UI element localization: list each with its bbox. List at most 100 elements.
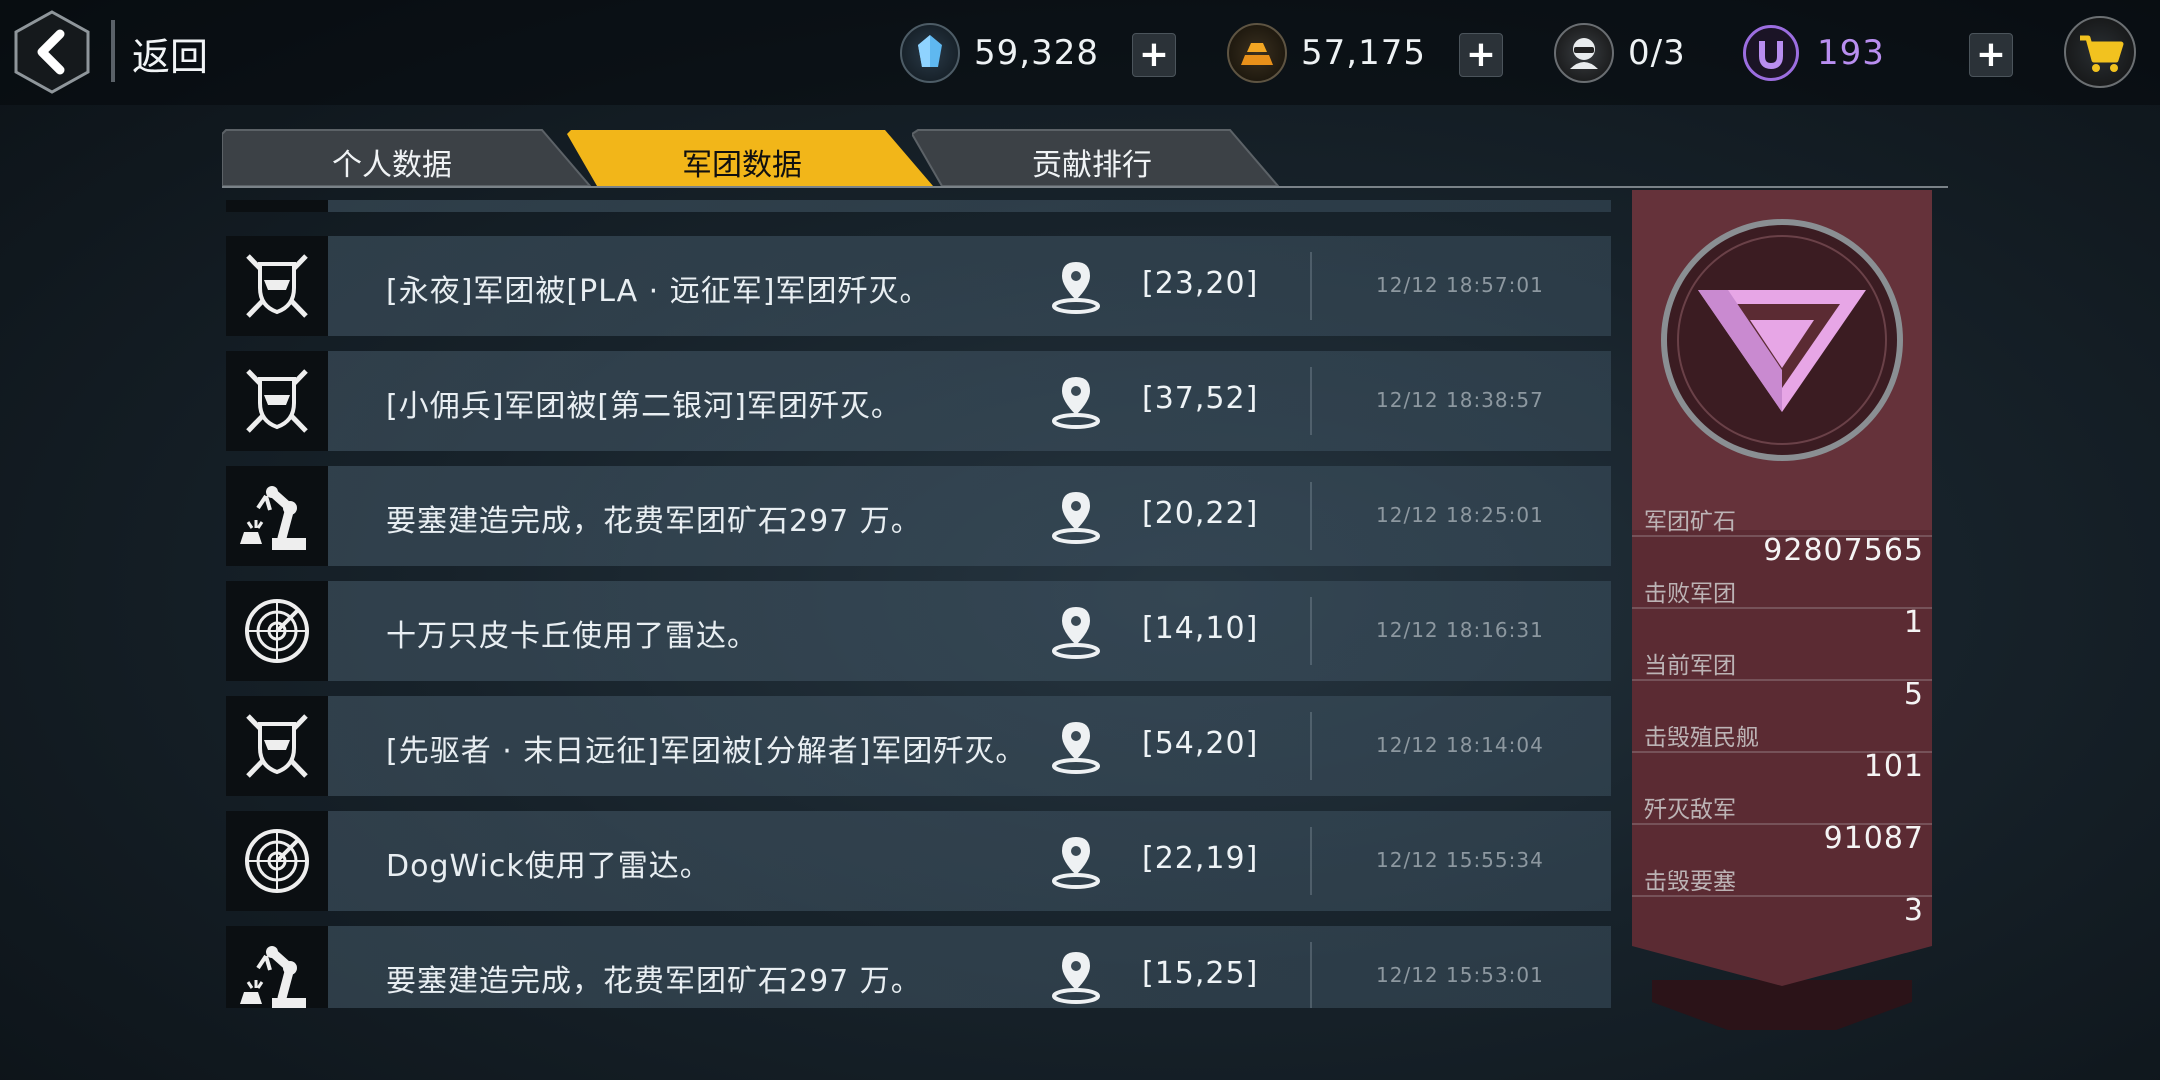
location-pin-button[interactable] [1050, 948, 1102, 1004]
timestamp: 12/12 18:14:04 [1376, 733, 1544, 757]
tab-legion-data[interactable]: 军团数据 [567, 128, 937, 186]
coordinates[interactable]: [23,20] [1142, 266, 1258, 301]
location-pin-icon [1052, 607, 1100, 659]
row-divider [1310, 712, 1312, 780]
list-item: [先驱者 · 末日远征]军团被[分解者]军团歼灭。 [54,20] 12/12 … [226, 696, 1611, 796]
pilot-value: 0/3 [1628, 33, 1686, 73]
robot-arm-icon [226, 926, 328, 1008]
coordinates[interactable]: [14,10] [1142, 611, 1258, 646]
stat-label-current-legion: 当前军团 [1644, 653, 1736, 679]
log-text: [永夜]军团被[PLA · 远征军]军团歼灭。 [386, 274, 931, 309]
stat-value-fortresses-destroyed: 3 [1903, 893, 1924, 928]
location-pin-button[interactable] [1050, 833, 1102, 889]
coordinates[interactable]: [37,52] [1142, 381, 1258, 416]
add-u-currency-button[interactable]: + [1969, 33, 2013, 77]
stat-label-legions-defeated: 击败军团 [1644, 581, 1736, 607]
legion-emblem [1658, 216, 1906, 464]
crystal-icon [900, 23, 960, 83]
tab-label: 个人数据 [332, 148, 452, 183]
add-crystal-button[interactable]: + [1132, 33, 1176, 77]
tab-contribution-ranking[interactable]: 贡献排行 [912, 128, 1282, 186]
timestamp: 12/12 18:16:31 [1376, 618, 1544, 642]
back-label: 返回 [132, 35, 209, 79]
legion-log-list[interactable]: [永夜]军团被[PLA · 远征军]军团歼灭。 [23,20] 12/12 18… [226, 200, 1611, 1008]
shop-button[interactable] [2064, 16, 2136, 88]
stat-value-current-legion: 5 [1903, 677, 1924, 712]
stat-label-fortresses-destroyed: 击毁要塞 [1644, 869, 1736, 895]
row-divider [1310, 942, 1312, 1008]
plus-icon: + [1975, 34, 2007, 75]
log-text: 十万只皮卡丘使用了雷达。 [386, 619, 758, 654]
pilot-icon [1554, 23, 1614, 83]
list-item: 要塞建造完成，花费军团矿石297 万。 [20,22] 12/12 18:25:… [226, 466, 1611, 566]
location-pin-icon [1052, 837, 1100, 889]
tab-label: 贡献排行 [1032, 148, 1152, 183]
radar-icon [226, 581, 328, 681]
row-divider [1310, 827, 1312, 895]
list-item: [永夜]军团被[PLA · 远征军]军团歼灭。 [23,20] 12/12 18… [226, 236, 1611, 336]
pilot-resource: 0/3 [1554, 22, 1686, 84]
location-pin-button[interactable] [1050, 603, 1102, 659]
tab-label: 军团数据 [682, 148, 802, 183]
robot-arm-icon [226, 466, 328, 566]
location-pin-icon [1052, 492, 1100, 544]
log-text: [先驱者 · 末日远征]军团被[分解者]军团歼灭。 [386, 734, 1027, 769]
coordinates[interactable]: [20,22] [1142, 496, 1258, 531]
coordinates[interactable]: [15,25] [1142, 956, 1258, 991]
location-pin-button[interactable] [1050, 373, 1102, 429]
list-item: 要塞建造完成，花费军团矿石297 万。 [15,25] 12/12 15:53:… [226, 926, 1611, 1008]
stat-label-enemies-annihilated: 歼灭敌军 [1644, 797, 1736, 823]
crystal-value: 59,328 [974, 33, 1099, 73]
timestamp: 12/12 18:38:57 [1376, 388, 1544, 412]
coordinates[interactable]: [22,19] [1142, 841, 1258, 876]
gold-bar-icon [1227, 23, 1287, 83]
u-currency: 193 [1743, 22, 1885, 84]
stat-value-legion-ore: 92807565 [1763, 533, 1924, 568]
timestamp: 12/12 15:55:34 [1376, 848, 1544, 872]
stat-divider [1632, 607, 1932, 609]
log-text: 要塞建造完成，花费军团矿石297 万。 [386, 964, 922, 999]
shopping-cart-icon [2080, 35, 2124, 72]
row-divider [1310, 252, 1312, 320]
u-coin-icon [1743, 25, 1799, 81]
stat-label-colony-ships-destroyed: 击毁殖民舰 [1644, 725, 1759, 751]
add-gold-button[interactable]: + [1459, 33, 1503, 77]
legion-stats-panel: 军团矿石 92807565 击败军团 1 当前军团 5 击毁殖民舰 101 歼灭… [1632, 190, 1932, 1030]
list-item: 十万只皮卡丘使用了雷达。 [14,10] 12/12 18:16:31 [226, 581, 1611, 681]
location-pin-icon [1052, 722, 1100, 774]
list-item: [小佣兵]军团被[第二银河]军团歼灭。 [37,52] 12/12 18:38:… [226, 351, 1611, 451]
crossed-swords-shield-icon [226, 236, 328, 336]
location-pin-button[interactable] [1050, 718, 1102, 774]
stat-divider [1632, 895, 1932, 897]
legion-emblem-icon [1661, 219, 1903, 461]
stat-value-colony-ships-destroyed: 101 [1863, 749, 1924, 784]
location-pin-icon [1052, 952, 1100, 1004]
stat-value-enemies-annihilated: 91087 [1823, 821, 1924, 856]
stat-label-legion-ore: 军团矿石 [1644, 509, 1736, 535]
row-divider [1310, 482, 1312, 550]
tab-personal-data[interactable]: 个人数据 [222, 128, 592, 186]
back-button[interactable] [12, 8, 92, 96]
stat-value-legions-defeated: 1 [1903, 605, 1924, 640]
tab-underline [222, 186, 1948, 188]
row-divider [1310, 367, 1312, 435]
location-pin-icon [1052, 377, 1100, 429]
row-divider [1310, 597, 1312, 665]
stat-divider [1632, 679, 1932, 681]
gold-resource: 57,175 [1227, 22, 1426, 84]
location-pin-icon [1052, 262, 1100, 314]
tab-bar: 个人数据 军团数据 贡献排行 [222, 128, 1950, 188]
coordinates[interactable]: [54,20] [1142, 726, 1258, 761]
timestamp: 12/12 18:57:01 [1376, 273, 1544, 297]
plus-icon: + [1138, 34, 1170, 75]
log-text: 要塞建造完成，花费军团矿石297 万。 [386, 504, 922, 539]
location-pin-button[interactable] [1050, 488, 1102, 544]
crossed-swords-shield-icon [226, 351, 328, 451]
list-item: DogWick使用了雷达。 [22,19] 12/12 15:55:34 [226, 811, 1611, 911]
crossed-swords-shield-icon [226, 696, 328, 796]
row-icon-bg [226, 200, 328, 212]
radar-icon [226, 811, 328, 911]
location-pin-button[interactable] [1050, 258, 1102, 314]
list-item [226, 200, 1611, 212]
timestamp: 12/12 15:53:01 [1376, 963, 1544, 987]
